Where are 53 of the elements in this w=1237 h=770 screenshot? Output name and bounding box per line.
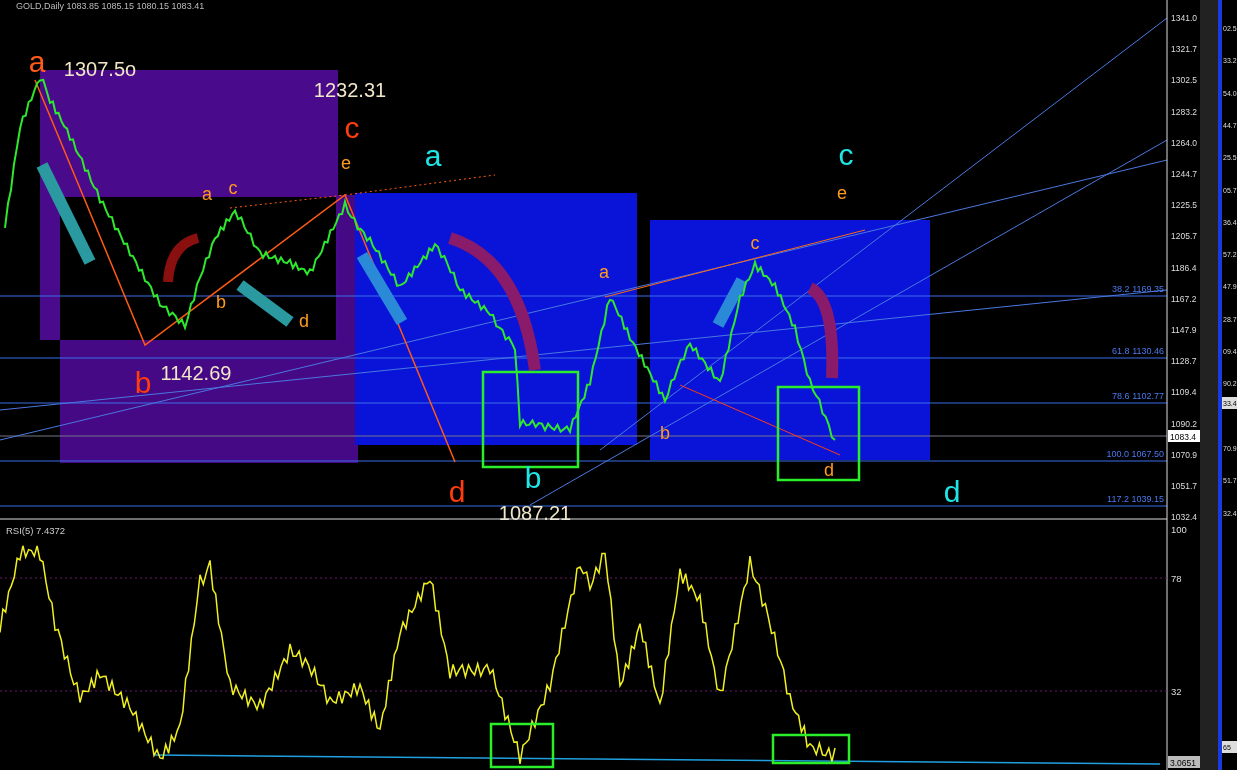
wave-label: c <box>228 178 238 198</box>
price-axis-label: 1147.9 <box>1171 325 1197 335</box>
price-label: 1142.69 <box>160 362 232 384</box>
rsi-axis-label: 32 <box>1171 686 1182 697</box>
curve-stroke <box>163 233 200 283</box>
price-axis-label: 1186.4 <box>1171 262 1197 273</box>
wave-label: d <box>824 460 834 480</box>
wave-label: c <box>838 138 854 171</box>
wave-label: d <box>448 475 466 508</box>
price-axis-label: 1090.2 <box>1171 418 1197 429</box>
wave-label: a <box>28 45 46 78</box>
price-axis-label: 1283.2 <box>1171 106 1197 117</box>
current-price-label: 1083.4 <box>1170 432 1196 442</box>
wave-label: b <box>660 423 670 443</box>
wave-label: e <box>837 183 847 203</box>
fib-level-label: 61.8 1130.46 <box>1112 346 1164 356</box>
wave-label: a <box>424 139 442 172</box>
fib-level-label: 78.6 1102.77 <box>1112 391 1164 401</box>
chart-title: GOLD,Daily 1083.85 1085.15 1080.15 1083.41 <box>16 1 205 11</box>
rsi-axis-label: 100 <box>1171 524 1187 535</box>
price-axis-label: 1167.2 <box>1171 293 1197 304</box>
price-label: 1307.5o <box>63 58 137 80</box>
wave-label: b <box>524 461 542 494</box>
wave-label: c <box>750 233 760 253</box>
price-axis-label: 1225.5 <box>1171 200 1197 211</box>
fib-level-label: 117.2 1039.15 <box>1107 494 1164 504</box>
price-axis-label: 1244.7 <box>1171 169 1197 179</box>
price-axis-label: 1341.0 <box>1171 13 1197 23</box>
highlight-box <box>489 722 555 769</box>
wave-label: d <box>299 311 309 331</box>
fib-level-label: 100.0 1067.50 <box>1106 449 1164 459</box>
price-axis-label: 1321.7 <box>1171 44 1197 55</box>
wave-label: e <box>341 153 351 173</box>
price-axis-label: 1032.4 <box>1171 512 1197 523</box>
price-axis-label: 1302.5 <box>1171 75 1197 86</box>
price-axis-label: 1051.7 <box>1171 481 1197 491</box>
slash-stroke <box>712 277 748 328</box>
wave-label: a <box>599 262 609 282</box>
price-axis-label: 1128.7 <box>1171 356 1197 367</box>
wave-label: b <box>216 292 226 312</box>
price-label: 1087.21 <box>498 502 572 524</box>
slash-stroke <box>236 280 294 327</box>
rsi-current-value: 3.0651 <box>1170 758 1196 768</box>
price-axis-label: 1264.0 <box>1171 137 1197 148</box>
rsi-axis-label: 78 <box>1171 573 1182 584</box>
indicator-title: RSI(5) 7.4372 <box>6 525 66 536</box>
price-axis-label: 1205.7 <box>1171 231 1197 242</box>
price-axis-label: 1109.4 <box>1171 387 1197 398</box>
wave-label: b <box>134 366 152 399</box>
wave-label: c <box>344 111 360 144</box>
fib-level-label: 38.2 1169.35 <box>1112 284 1164 294</box>
price-axis-label: 1070.9 <box>1171 449 1197 460</box>
wave-label: d <box>943 475 961 508</box>
